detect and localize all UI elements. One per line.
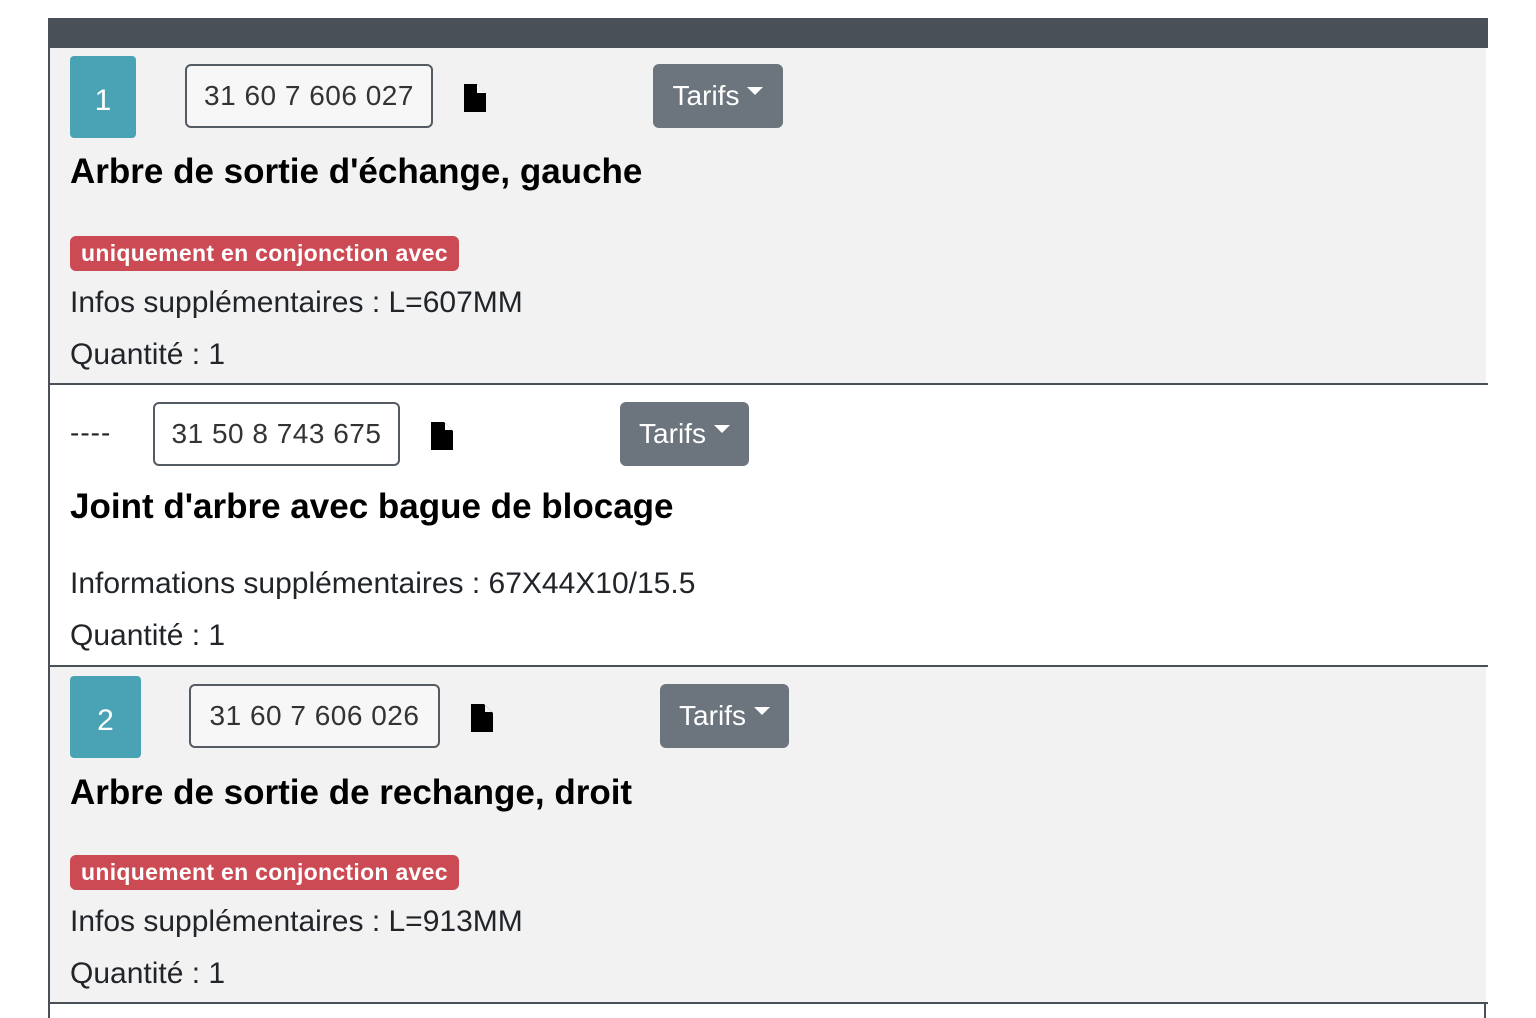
part-row: ---- 31 50 8 743 675 Tarifs Joint d'arbr… xyxy=(50,385,1486,665)
part-title: Arbre de sortie de rechange, droit xyxy=(70,773,633,812)
part-number-field[interactable]: 31 50 8 743 675 xyxy=(153,402,400,466)
tarifs-dropdown-button[interactable]: Tarifs xyxy=(653,64,783,128)
part-row: 2 31 60 7 606 026 Tarifs Arbre de sortie… xyxy=(50,667,1486,1003)
warning-badge: uniquement en conjonction avec xyxy=(70,236,459,271)
part-row: 1 31 60 7 606 027 Tarifs Arbre de sortie… xyxy=(50,48,1486,384)
caret-down-icon xyxy=(713,425,730,433)
position-badge: 2 xyxy=(70,676,141,758)
position-badge: 1 xyxy=(70,56,136,138)
document-icon[interactable] xyxy=(464,84,486,112)
caret-down-icon xyxy=(753,707,770,715)
tarifs-dropdown-button[interactable]: Tarifs xyxy=(660,684,789,748)
part-number-field[interactable]: 31 60 7 606 027 xyxy=(185,64,433,128)
document-icon[interactable] xyxy=(431,422,453,450)
tarifs-dropdown-button[interactable]: Tarifs xyxy=(620,402,749,466)
part-quantity: Quantité : 1 xyxy=(70,957,226,990)
position-placeholder: ---- xyxy=(70,417,112,448)
tarifs-label: Tarifs xyxy=(679,700,746,731)
part-quantity: Quantité : 1 xyxy=(70,338,226,371)
part-title: Joint d'arbre avec bague de blocage xyxy=(70,487,674,526)
table-header-bar xyxy=(48,18,1488,48)
part-info: Infos supplémentaires : L=607MM xyxy=(70,286,523,319)
part-number-field[interactable]: 31 60 7 606 026 xyxy=(189,684,440,748)
caret-down-icon xyxy=(747,87,764,95)
tarifs-label: Tarifs xyxy=(672,80,740,111)
tarifs-label: Tarifs xyxy=(639,418,706,449)
part-quantity: Quantité : 1 xyxy=(70,619,226,652)
part-info: Informations supplémentaires : 67X44X10/… xyxy=(70,567,696,600)
part-info: Infos supplémentaires : L=913MM xyxy=(70,905,523,938)
row-divider xyxy=(48,1002,1488,1004)
part-title: Arbre de sortie d'échange, gauche xyxy=(70,152,643,191)
warning-badge: uniquement en conjonction avec xyxy=(70,855,459,890)
document-icon[interactable] xyxy=(471,704,493,732)
